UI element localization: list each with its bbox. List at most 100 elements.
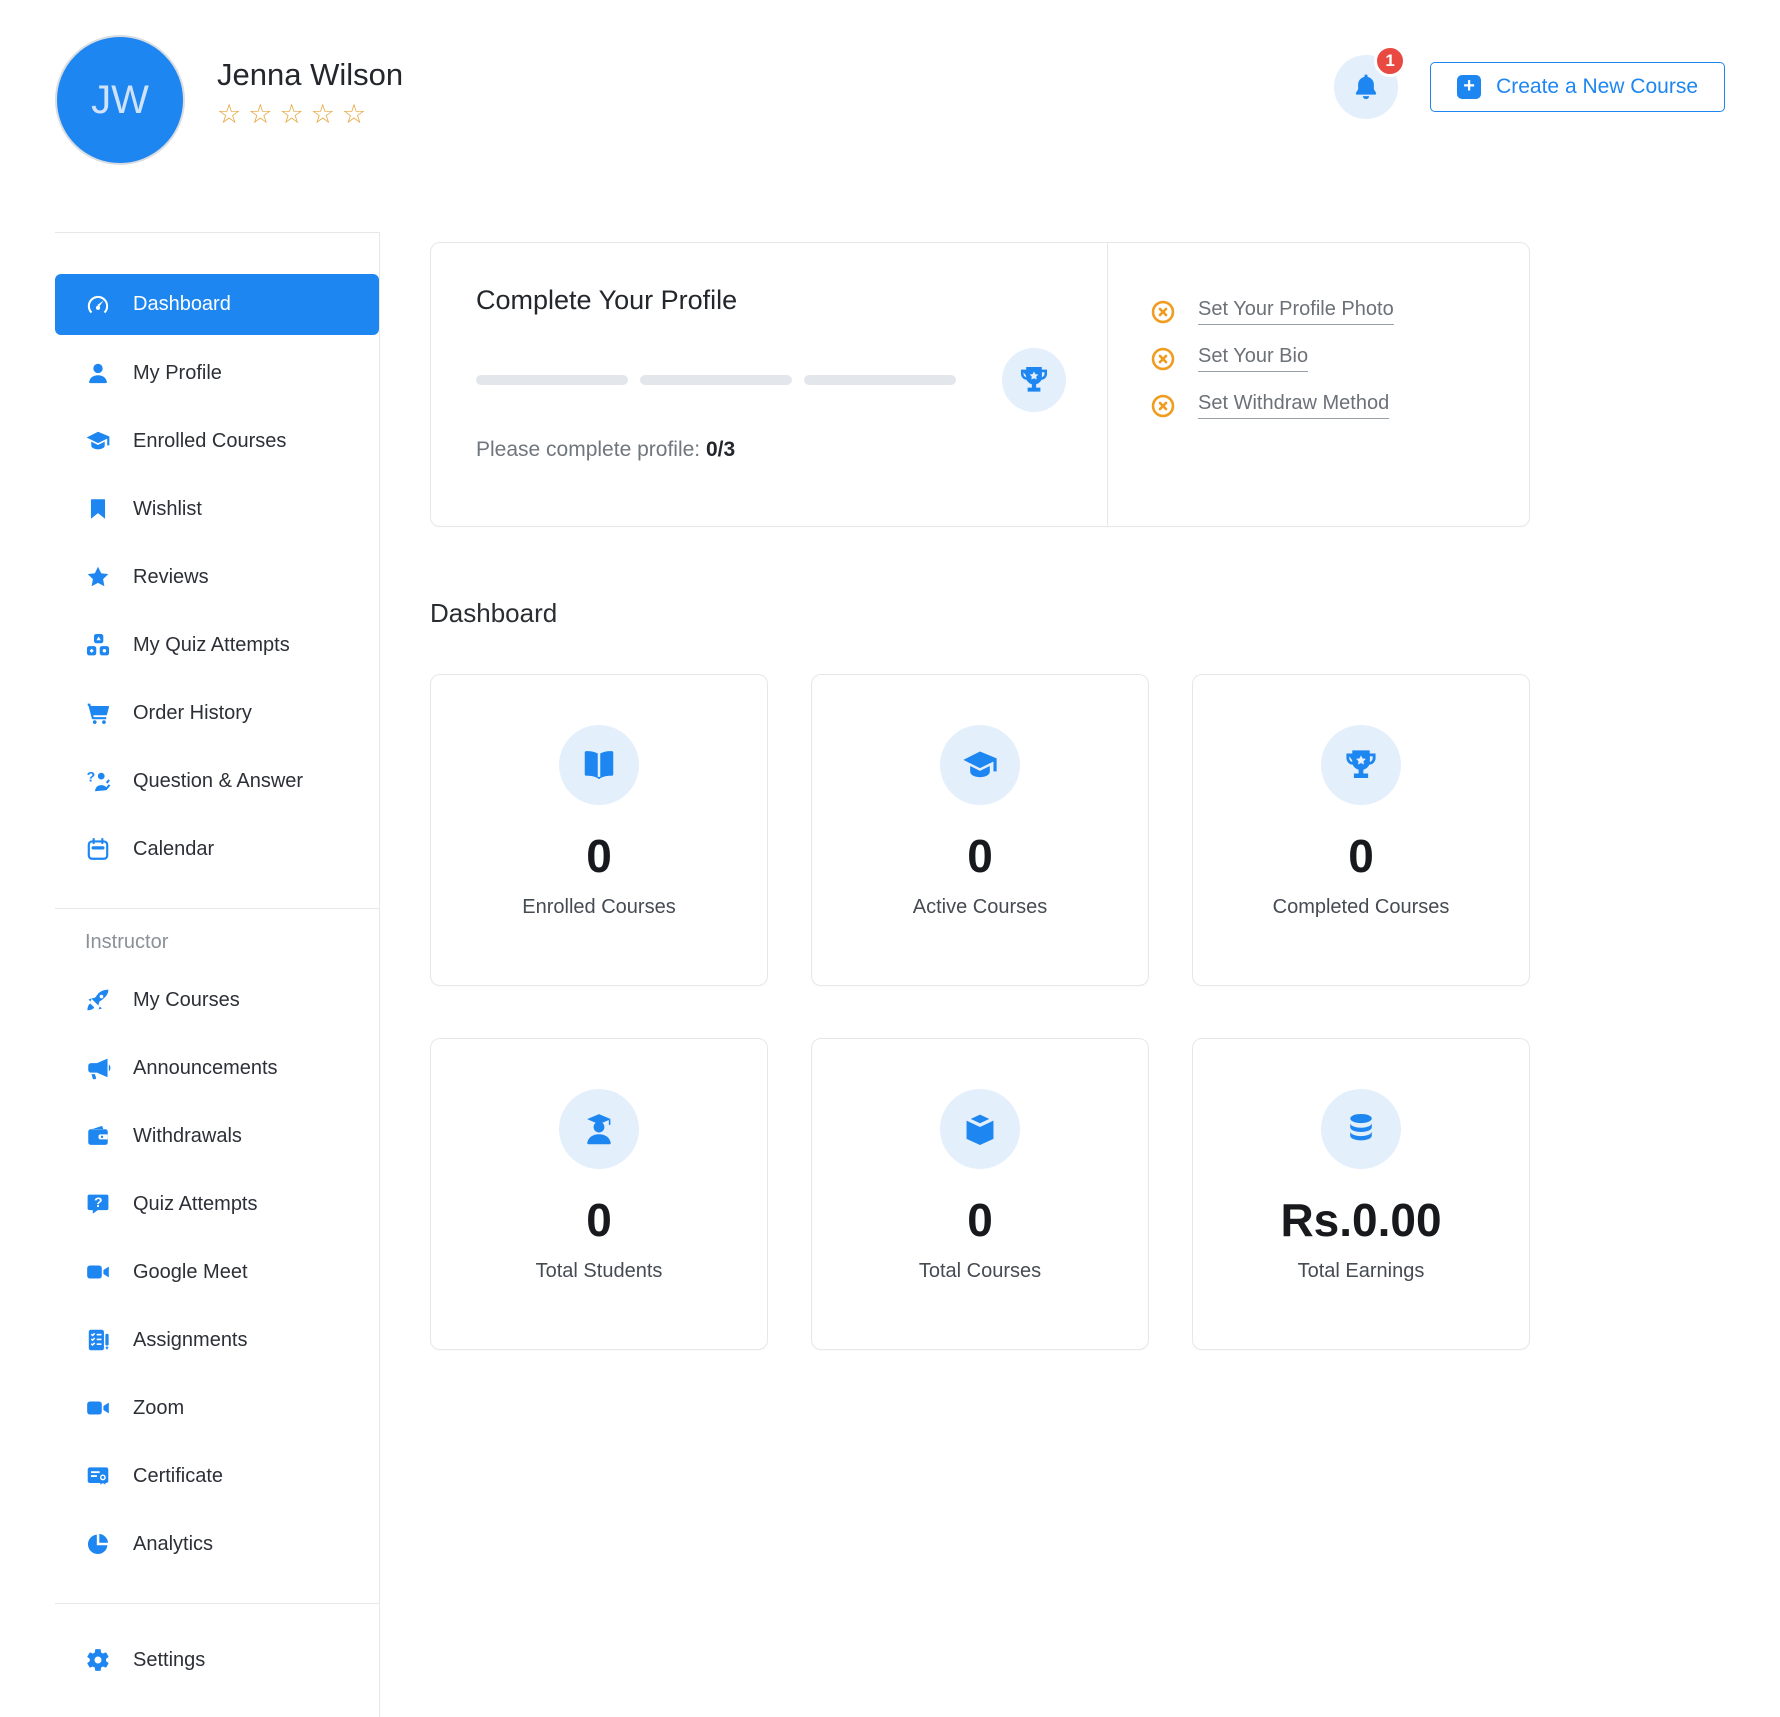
star-icon: ☆ (341, 99, 374, 129)
stats-grid: 0 Enrolled Courses 0 Active Courses 0 Complet… (430, 674, 1535, 1350)
sidebar-item-label: Settings (133, 1648, 206, 1671)
question-answer-icon: ? (85, 768, 111, 794)
svg-text:?: ? (87, 769, 96, 785)
sidebar-item-label: Analytics (133, 1532, 214, 1555)
sidebar-item-analytics[interactable]: Analytics (55, 1510, 379, 1578)
sidebar-item-calendar[interactable]: Calendar (55, 815, 379, 883)
sidebar-item-label: My Profile (133, 361, 222, 384)
gear-icon (85, 1647, 111, 1673)
sidebar-main-nav: Dashboard My Profile Enrolled Courses Wishl… (55, 274, 379, 883)
progress-bar (476, 375, 956, 385)
stat-value: 0 (586, 1194, 612, 1246)
progress-segment (804, 375, 956, 385)
stat-value: 0 (967, 830, 993, 882)
stat-label: Active Courses (912, 895, 1048, 918)
sidebar-item-wishlist[interactable]: Wishlist (55, 475, 379, 543)
create-course-label: Create a New Course (1496, 75, 1698, 98)
sidebar-item-withdrawals[interactable]: Withdrawals (55, 1102, 379, 1170)
sidebar-item-enrolled-courses[interactable]: Enrolled Courses (55, 407, 379, 475)
progress-note-value: 0/3 (705, 438, 736, 461)
stat-icon-circle (1321, 1089, 1401, 1169)
sidebar-divider (55, 1603, 379, 1604)
notification-bell-button[interactable]: 1 (1334, 45, 1407, 119)
circle-x-icon (1150, 346, 1176, 372)
profile-progress-pane: Complete Your Profile Please complete pr… (431, 243, 1107, 526)
wallet-icon (85, 1123, 111, 1149)
sidebar-item-reviews[interactable]: Reviews (55, 543, 379, 611)
stat-value: 0 (967, 1194, 993, 1246)
checklist-link[interactable]: Set Withdraw Method (1198, 392, 1390, 419)
sidebar-item-label: Enrolled Courses (133, 429, 287, 452)
pie-chart-icon (85, 1531, 111, 1557)
sidebar-footer-nav: Settings (55, 1626, 379, 1694)
graduation-cap-icon (85, 428, 111, 454)
profile-card-title: Complete Your Profile (476, 285, 738, 315)
sidebar-item-question-answer[interactable]: ? Question & Answer (55, 747, 379, 815)
complete-profile-card: Complete Your Profile Please complete pr… (430, 242, 1530, 527)
progress-note-text: Please complete profile: (476, 438, 706, 461)
star-icon: ☆ (310, 99, 342, 129)
sidebar-item-assignments[interactable]: Assignments (55, 1306, 379, 1374)
circle-x-icon (1150, 393, 1176, 419)
sidebar-item-quiz-attempts[interactable]: ? Quiz Attempts (55, 1170, 379, 1238)
stat-label: Total Students (535, 1259, 663, 1282)
rocket-icon (85, 987, 111, 1013)
sidebar-item-label: Withdrawals (133, 1124, 242, 1147)
sidebar-item-label: Assignments (133, 1328, 248, 1351)
sidebar-item-my-quiz-attempts[interactable]: My Quiz Attempts (55, 611, 379, 679)
megaphone-icon (85, 1055, 111, 1081)
cart-icon (85, 700, 111, 726)
checklist-link[interactable]: Set Your Bio (1198, 345, 1309, 372)
video-camera-icon (85, 1395, 111, 1421)
header: JW Jenna Wilson ☆☆☆☆☆ 1 Create a New Cou… (0, 0, 1780, 232)
sidebar-item-announcements[interactable]: Announcements (55, 1034, 379, 1102)
stat-value: Rs.0.00 (1280, 1194, 1442, 1246)
sidebar-item-label: Google Meet (133, 1260, 248, 1283)
sidebar-item-dashboard[interactable]: Dashboard (55, 274, 379, 335)
bell-icon (1355, 74, 1377, 100)
sidebar-item-zoom[interactable]: Zoom (55, 1374, 379, 1442)
sidebar-item-label: Dashboard (133, 293, 231, 315)
stat-value: 0 (586, 830, 612, 882)
sidebar-item-label: My Quiz Attempts (133, 633, 290, 656)
star-icon: ☆ (217, 99, 249, 129)
graduation-cap-icon (961, 746, 999, 784)
checklist-item-set-your-bio: Set Your Bio (1150, 345, 1529, 372)
profile-progress-note: Please complete profile: 0/3 (476, 438, 1107, 462)
stat-card-total-courses: 0 Total Courses (811, 1038, 1149, 1350)
create-course-button[interactable]: Create a New Course (1430, 62, 1725, 112)
student-icon (580, 1110, 618, 1148)
avatar: JW (55, 35, 185, 165)
sidebar-item-order-history[interactable]: Order History (55, 679, 379, 747)
sidebar-item-label: Certificate (133, 1464, 224, 1487)
trophy-icon (1342, 746, 1380, 784)
sidebar-item-google-meet[interactable]: Google Meet (55, 1238, 379, 1306)
profile-progress-row (476, 348, 1066, 412)
stat-card-completed-courses: 0 Completed Courses (1192, 674, 1530, 986)
open-book-icon (580, 746, 618, 784)
blocks-icon (85, 632, 111, 658)
header-actions: 1 Create a New Course (1334, 35, 1725, 119)
stat-label: Total Earnings (1297, 1259, 1425, 1282)
sidebar-item-label: Zoom (133, 1396, 185, 1419)
certificate-icon (85, 1463, 111, 1489)
stat-label: Enrolled Courses (522, 895, 676, 918)
stat-card-total-students: 0 Total Students (430, 1038, 768, 1350)
sidebar-item-my-courses[interactable]: My Courses (55, 966, 379, 1034)
trophy-icon (1020, 366, 1048, 392)
svg-text:?: ? (94, 1194, 103, 1210)
sidebar-item-my-profile[interactable]: My Profile (55, 339, 379, 407)
sidebar-item-settings[interactable]: Settings (55, 1626, 379, 1694)
coins-icon (1342, 1110, 1380, 1148)
checklist-item-set-your-profile-photo: Set Your Profile Photo (1150, 298, 1529, 325)
sidebar-section-label: Instructor (85, 931, 169, 953)
star-icon: ☆ (279, 99, 311, 129)
checklist-link[interactable]: Set Your Profile Photo (1198, 298, 1394, 325)
sidebar-item-label: Quiz Attempts (133, 1192, 258, 1215)
progress-segment (476, 375, 628, 385)
stat-label: Total Courses (918, 1259, 1042, 1282)
stat-label: Completed Courses (1272, 895, 1450, 918)
stat-icon-circle (1321, 725, 1401, 805)
sidebar-item-certificate[interactable]: Certificate (55, 1442, 379, 1510)
stat-icon-circle (940, 725, 1020, 805)
